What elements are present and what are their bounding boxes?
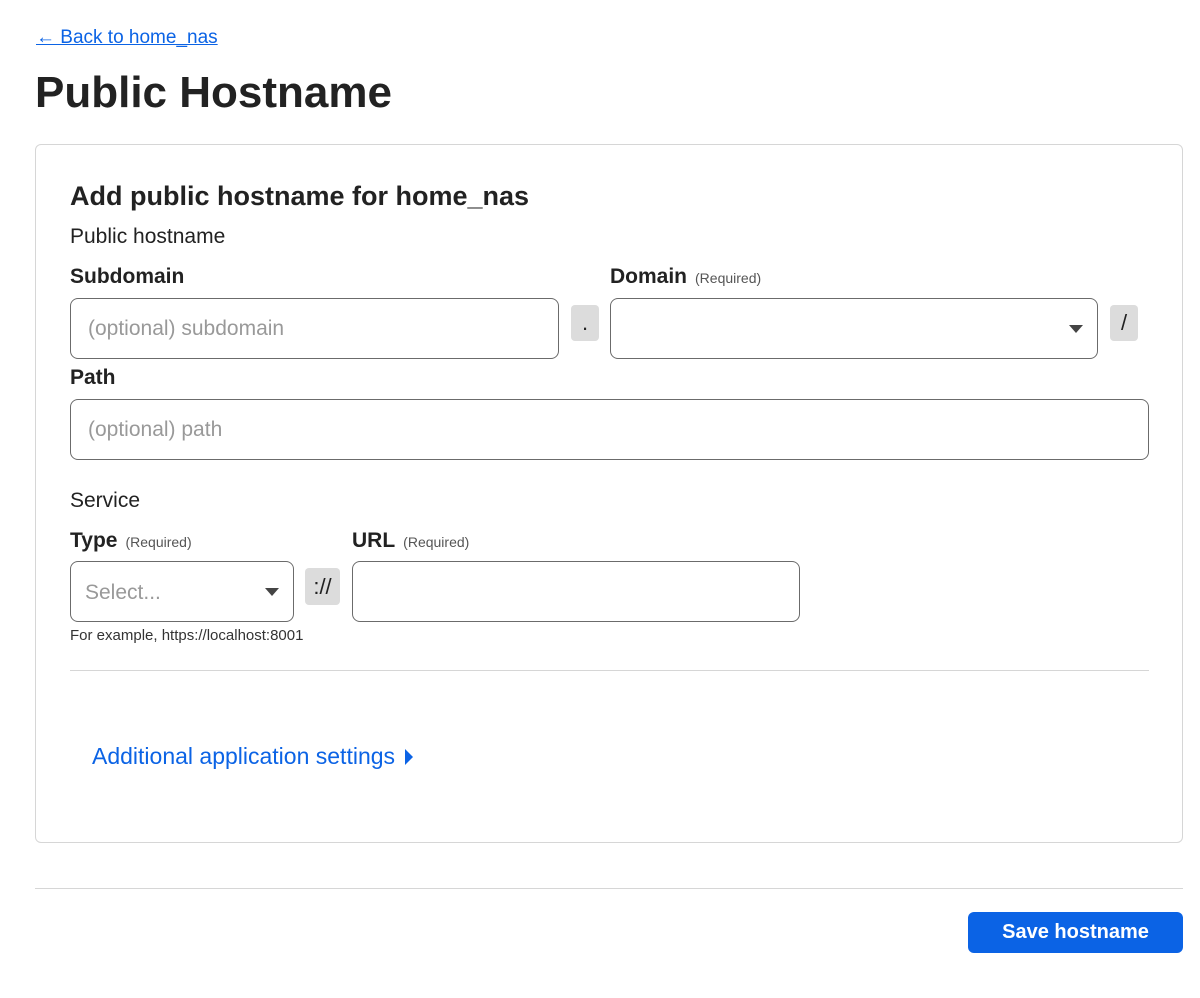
back-link[interactable]: ← Back to home_nas — [36, 27, 218, 49]
page-title: Public Hostname — [35, 68, 392, 117]
type-select[interactable]: Select... — [70, 561, 294, 622]
path-input[interactable] — [70, 399, 1149, 460]
additional-settings-toggle[interactable]: Additional application settings — [92, 743, 414, 770]
subdomain-label: Subdomain — [70, 265, 184, 289]
domain-label-text: Domain — [610, 265, 688, 288]
dot-separator: . — [571, 305, 599, 341]
scheme-separator: :// — [305, 568, 340, 605]
type-label-text: Type — [70, 529, 118, 552]
public-hostname-section-label: Public hostname — [70, 225, 226, 248]
domain-select[interactable] — [610, 298, 1098, 359]
url-label-text: URL — [352, 529, 396, 552]
page-divider — [35, 888, 1183, 889]
domain-required-text: (Required) — [695, 270, 762, 286]
slash-separator: / — [1110, 305, 1138, 341]
form-title: Add public hostname for home_nas — [70, 181, 530, 211]
domain-label: Domain (Required) — [610, 265, 761, 289]
caret-right-icon — [405, 748, 414, 765]
additional-settings-label: Additional application settings — [92, 743, 396, 769]
caret-down-icon — [265, 588, 279, 596]
type-select-placeholder: Select... — [85, 581, 161, 604]
type-required-text: (Required) — [125, 534, 192, 550]
url-hint: For example, https://localhost:8001 — [70, 627, 304, 644]
type-label: Type (Required) — [70, 529, 192, 553]
path-label-text: Path — [70, 366, 116, 389]
save-hostname-button[interactable]: Save hostname — [968, 912, 1183, 953]
service-section-label: Service — [70, 489, 141, 512]
url-label: URL (Required) — [352, 529, 469, 553]
url-input[interactable] — [352, 561, 800, 622]
subdomain-label-text: Subdomain — [70, 265, 185, 288]
hostname-form-card: Add public hostname for home_nas Public … — [35, 144, 1183, 843]
subdomain-input[interactable] — [70, 298, 559, 359]
path-label: Path — [70, 366, 116, 390]
caret-down-icon — [1069, 325, 1083, 333]
url-required-text: (Required) — [403, 534, 470, 550]
form-divider — [70, 670, 1149, 671]
